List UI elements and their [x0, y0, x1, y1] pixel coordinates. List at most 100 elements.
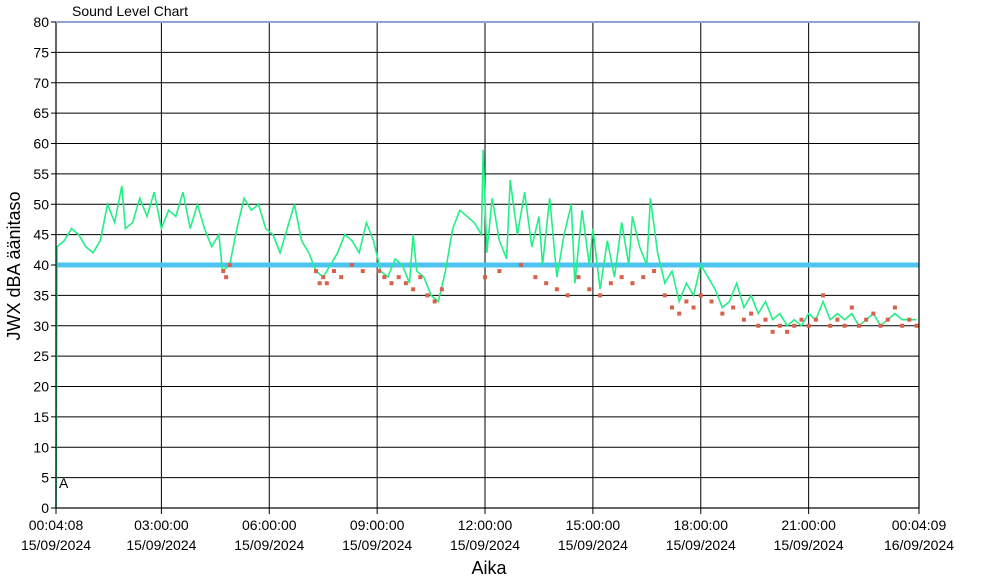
x-tick-date: 15/09/2024	[342, 537, 412, 553]
y-tick-label: 70	[33, 75, 49, 91]
x-tick-time: 15:00:00	[566, 517, 621, 533]
data-point-marker	[324, 281, 329, 286]
data-point-marker	[799, 317, 804, 322]
data-point-marker	[565, 293, 570, 298]
data-point-marker	[608, 281, 613, 286]
data-point-marker	[630, 281, 635, 286]
data-point-marker	[835, 317, 840, 322]
x-axis-ticks: 00:04:08 15/09/2024 03:00:00 15/09/2024 06:0…	[21, 508, 954, 553]
point-marker-label: A	[59, 475, 69, 491]
x-tick-time: 18:00:00	[674, 517, 729, 533]
data-point-marker	[641, 275, 646, 280]
data-point-marker	[662, 293, 667, 298]
data-point-marker	[792, 323, 797, 328]
data-point-marker	[691, 305, 696, 310]
data-point-marker	[554, 287, 559, 292]
y-tick-label: 15	[33, 409, 49, 425]
data-point-marker	[749, 311, 754, 316]
data-point-marker	[411, 287, 416, 292]
data-point-marker	[900, 323, 905, 328]
x-tick-date: 15/09/2024	[450, 537, 520, 553]
y-tick-label: 10	[33, 439, 49, 455]
data-point-marker	[349, 263, 354, 267]
data-point-marker	[497, 269, 502, 274]
y-tick-label: 5	[41, 470, 49, 486]
data-point-marker	[331, 269, 336, 274]
chart-title: Sound Level Chart	[72, 3, 188, 19]
x-tick-date: 15/09/2024	[666, 537, 736, 553]
data-point-marker	[587, 287, 592, 292]
data-point-marker	[221, 269, 226, 274]
x-tick-date: 15/09/2024	[774, 537, 844, 553]
data-point-marker	[314, 269, 319, 274]
y-tick-label: 35	[33, 287, 49, 303]
data-point-marker	[360, 269, 365, 274]
data-point-marker	[432, 299, 437, 304]
data-point-marker	[576, 275, 581, 280]
data-point-marker	[389, 281, 394, 286]
data-point-marker	[777, 323, 782, 328]
data-point-marker	[439, 287, 444, 292]
sound-level-chart: 0 5 10 15 20 25 30 35 40 45 50 55 60 65 70 75 80 00:04:0…	[4, 3, 954, 578]
x-tick-time: 09:00:00	[350, 517, 405, 533]
data-point-marker	[856, 323, 861, 328]
data-point-marker	[425, 293, 430, 298]
data-point-marker	[376, 269, 381, 274]
data-point-marker	[598, 293, 603, 298]
x-tick-time: 03:00:00	[134, 517, 189, 533]
data-point-marker	[756, 323, 761, 328]
x-tick-time: 00:04:09	[892, 517, 947, 533]
data-point-marker	[339, 275, 344, 280]
data-point-marker	[224, 275, 229, 280]
y-tick-label: 60	[33, 136, 49, 152]
data-point-marker	[619, 275, 624, 280]
y-axis-title: JWX dBA äänitaso	[4, 191, 24, 340]
data-point-marker	[849, 305, 854, 310]
y-tick-label: 45	[33, 227, 49, 243]
data-point-marker	[483, 275, 488, 280]
data-point-marker	[842, 323, 847, 328]
data-point-marker	[533, 275, 538, 280]
y-tick-label: 40	[33, 257, 49, 273]
data-point-marker	[709, 299, 714, 304]
data-point-marker	[885, 317, 890, 322]
data-point-marker	[382, 275, 387, 280]
data-point-marker	[892, 305, 897, 310]
data-point-marker	[518, 263, 523, 267]
x-tick-time: 00:04:08	[29, 517, 84, 533]
y-tick-label: 75	[33, 44, 49, 60]
data-point-marker	[731, 305, 736, 310]
x-axis-title: Aika	[471, 558, 507, 578]
data-point-marker	[914, 323, 919, 328]
x-tick-time: 21:00:00	[781, 517, 836, 533]
data-point-marker	[770, 329, 775, 334]
data-point-marker	[396, 275, 401, 280]
data-point-marker	[544, 281, 549, 286]
data-point-marker	[813, 317, 818, 322]
y-tick-label: 0	[41, 500, 49, 516]
x-tick-time: 06:00:00	[242, 517, 297, 533]
data-point-marker	[741, 317, 746, 322]
data-point-marker	[907, 317, 912, 322]
y-tick-label: 20	[33, 379, 49, 395]
data-point-marker	[871, 311, 876, 316]
series-line	[55, 149, 917, 509]
data-point-marker	[828, 323, 833, 328]
data-point-marker	[418, 275, 423, 280]
data-point-marker	[403, 281, 408, 286]
data-point-marker	[227, 263, 232, 267]
y-tick-label: 25	[33, 348, 49, 364]
y-tick-label: 80	[33, 14, 49, 30]
data-point-marker	[698, 293, 703, 298]
y-tick-label: 30	[33, 318, 49, 334]
data-point-marker	[652, 269, 657, 274]
data-point-marker	[864, 317, 869, 322]
data-point-marker	[321, 275, 326, 280]
data-point-marker	[763, 317, 768, 322]
data-point-marker	[720, 311, 725, 316]
y-tick-label: 65	[33, 105, 49, 121]
x-tick-time: 12:00:00	[458, 517, 513, 533]
data-point-marker	[785, 329, 790, 334]
y-axis-ticks: 0 5 10 15 20 25 30 35 40 45 50 55 60 65 70 75 80	[33, 14, 56, 516]
data-point-marker	[677, 311, 682, 316]
